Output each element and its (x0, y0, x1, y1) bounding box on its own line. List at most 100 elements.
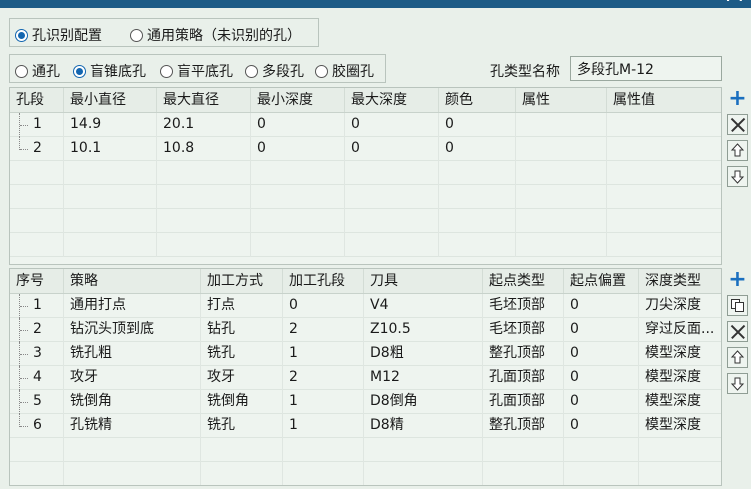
copy-icon (731, 299, 744, 312)
radio-general-strategy[interactable]: 通用策略（未识别的孔） (130, 25, 301, 45)
column-header[interactable]: 序号 (10, 269, 64, 293)
attribute (516, 113, 607, 137)
empty-row (10, 462, 721, 485)
delete-strategy-button[interactable] (727, 321, 748, 342)
column-header[interactable]: 起点类型 (483, 269, 564, 293)
move-strategy-up-button[interactable] (727, 347, 748, 368)
column-header[interactable]: 属性值 (607, 88, 721, 112)
strategy-name: 钻沉头顶到底 (64, 318, 201, 342)
max-diameter: 20.1 (157, 113, 251, 137)
strategy-name: 攻牙 (64, 366, 201, 390)
start-point-type: 整孔顶部 (483, 342, 564, 366)
strategy-name: 通用打点 (64, 294, 201, 318)
depth-type: 模型深度 (645, 393, 701, 409)
column-header[interactable]: 最大直径 (157, 88, 251, 112)
column-header[interactable]: 加工方式 (201, 269, 283, 293)
radio-label: 多段孔 (262, 64, 304, 80)
arrow-down-icon (730, 170, 745, 184)
arrow-down-icon (730, 377, 745, 391)
copy-strategy-button[interactable] (727, 295, 748, 316)
table-row[interactable]: 6 孔铣精 铣孔 1 D8精 整孔顶部 0 模型深度 (10, 414, 721, 438)
column-header[interactable]: 属性 (516, 88, 607, 112)
radio-empty-icon (245, 65, 258, 78)
radio-label: 盲锥底孔 (90, 64, 146, 80)
radio-selected-icon (73, 65, 86, 78)
radio-blind-cone-hole[interactable]: 盲锥底孔 (73, 61, 146, 81)
column-header[interactable]: 最小直径 (64, 88, 157, 112)
radio-through-hole[interactable]: 通孔 (15, 61, 60, 81)
arrow-up-icon (730, 350, 745, 364)
radio-empty-icon (15, 65, 28, 78)
process-segment: 2 (283, 366, 364, 390)
attribute-value (607, 113, 721, 137)
table-header: 孔段 最小直径 最大直径 最小深度 最大深度 颜色 属性 属性值 (10, 88, 721, 113)
radio-hole-recognition[interactable]: 孔识别配置 (15, 25, 102, 45)
table-row[interactable]: 4 攻牙 攻牙 2 M12 孔面顶部 0 模型深度 (10, 366, 721, 390)
color: 0 (439, 113, 516, 137)
column-header[interactable]: 孔段 (10, 88, 64, 112)
strategy-index: 3 (26, 342, 64, 366)
table-row[interactable]: 1 通用打点 打点 0 V4 毛坯顶部 0 刀尖深度 (10, 294, 721, 318)
add-segment-button[interactable]: + (727, 86, 748, 111)
process-method: 铣孔 (201, 414, 283, 438)
table-row[interactable]: 3 铣孔粗 铣孔 1 D8粗 整孔顶部 0 模型深度 (10, 342, 721, 366)
start-offset: 0 (564, 366, 639, 390)
process-method: 铣孔 (201, 342, 283, 366)
strategy-index: 6 (26, 414, 64, 438)
tool: M12 (364, 366, 483, 390)
radio-label: 盲平底孔 (177, 64, 233, 80)
start-offset: 0 (564, 414, 639, 438)
table-row[interactable]: 5 铣倒角 铣倒角 1 D8倒角 孔面顶部 0 模型深度 (10, 390, 721, 414)
strategy-index: 4 (26, 366, 64, 390)
column-header[interactable]: 最大深度 (345, 88, 439, 112)
radio-multi-segment-hole[interactable]: 多段孔 (245, 61, 304, 81)
start-point-type: 毛坯顶部 (483, 294, 564, 318)
segment-index: 1 (26, 113, 64, 137)
column-header[interactable]: 最小深度 (251, 88, 345, 112)
tool: D8倒角 (364, 390, 483, 414)
strategy-table: 序号 策略 加工方式 加工孔段 刀具 起点类型 起点偏置 深度类型 1 通用打点打… (9, 268, 722, 486)
recognition-mode-group: 孔识别配置 通用策略（未识别的孔） (9, 18, 319, 47)
move-segment-up-button[interactable] (727, 140, 748, 161)
tool: D8精 (364, 414, 483, 438)
process-method: 攻牙 (201, 366, 283, 390)
process-segment: 0 (283, 294, 364, 318)
hole-type-name-label: 孔类型名称 (490, 64, 560, 80)
hole-type-group: 通孔 盲锥底孔 盲平底孔 多段孔 胶圈孔 (9, 54, 386, 83)
column-header[interactable]: 深度类型 (639, 269, 721, 293)
column-header[interactable]: 颜色 (439, 88, 516, 112)
start-point-type: 孔面顶部 (483, 390, 564, 414)
radio-label: 胶圈孔 (332, 64, 374, 80)
arrow-up-icon (730, 143, 745, 157)
depth-type: 模型深度 (645, 369, 701, 385)
table-row[interactable]: 1 14.9 20.1 0 0 0 (10, 113, 721, 137)
delete-segment-button[interactable] (727, 114, 748, 135)
empty-row (10, 209, 721, 233)
depth-type: 穿过反面... (645, 321, 715, 337)
strategy-index: 1 (26, 294, 64, 318)
radio-label: 通用策略（未识别的孔） (147, 28, 301, 44)
move-strategy-down-button[interactable] (727, 373, 748, 394)
radio-empty-icon (160, 65, 173, 78)
start-point-type: 整孔顶部 (483, 414, 564, 438)
hole-type-name-input[interactable] (570, 56, 722, 81)
min-depth: 0 (251, 137, 345, 161)
column-header[interactable]: 起点偏置 (564, 269, 639, 293)
table-row[interactable]: 2 钻沉头顶到底 钻孔 2 Z10.5 毛坯顶部 0 穿过反面... (10, 318, 721, 342)
radio-label: 通孔 (32, 64, 60, 80)
radio-blind-flat-hole[interactable]: 盲平底孔 (160, 61, 233, 81)
table-row[interactable]: 2 10.1 10.8 0 0 0 (10, 137, 721, 161)
empty-row (10, 185, 721, 209)
tool: V4 (364, 294, 483, 318)
plus-icon: + (728, 86, 747, 111)
column-header[interactable]: 加工孔段 (283, 269, 364, 293)
window-title-strip: · · (0, 0, 751, 8)
add-strategy-button[interactable]: + (727, 267, 748, 292)
start-offset: 0 (564, 390, 639, 414)
start-offset: 0 (564, 294, 639, 318)
column-header[interactable]: 策略 (64, 269, 201, 293)
depth-type: 刀尖深度 (645, 297, 701, 313)
column-header[interactable]: 刀具 (364, 269, 483, 293)
move-segment-down-button[interactable] (727, 166, 748, 187)
radio-oring-hole[interactable]: 胶圈孔 (315, 61, 374, 81)
